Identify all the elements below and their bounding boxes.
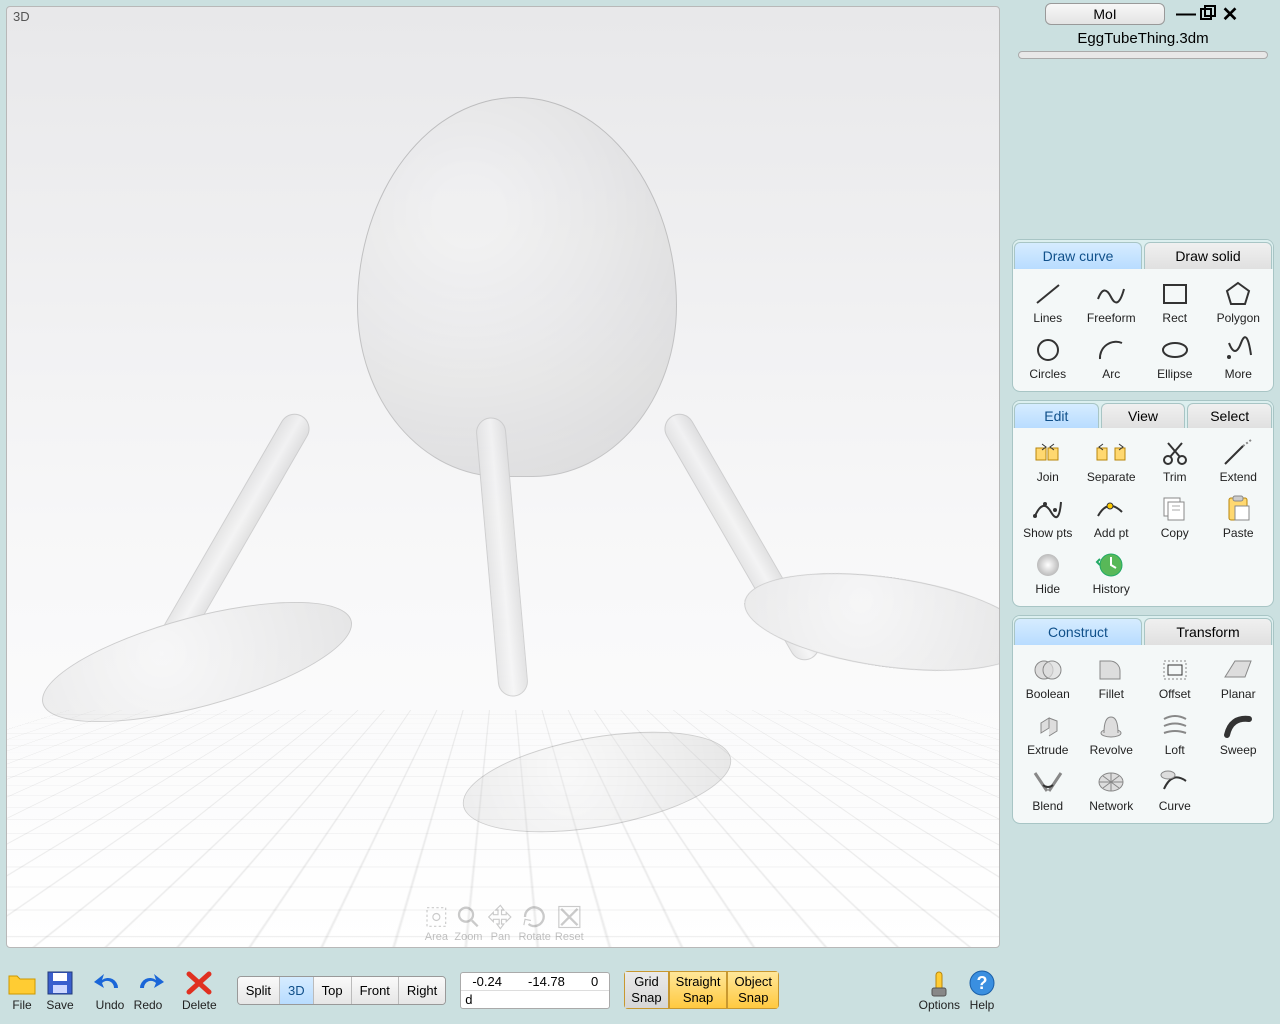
options-button[interactable]: Options xyxy=(919,968,960,1012)
tool-curve-construct[interactable]: Curve xyxy=(1144,763,1206,817)
edit-panel: Edit View Select Join Separate Trim Exte… xyxy=(1012,400,1274,607)
tool-blend[interactable]: Blend xyxy=(1017,763,1079,817)
tool-rect[interactable]: Rect xyxy=(1144,275,1206,329)
file-button[interactable]: File xyxy=(6,968,38,1012)
model-placeholder xyxy=(307,97,757,847)
tab-view[interactable]: View xyxy=(1101,403,1186,428)
tool-planar[interactable]: Planar xyxy=(1208,651,1270,705)
tool-copy[interactable]: Copy xyxy=(1144,490,1206,544)
tool-circles[interactable]: Circles xyxy=(1017,331,1079,385)
tool-polygon[interactable]: Polygon xyxy=(1208,275,1270,329)
view-tabs: Split 3D Top Front Right xyxy=(237,976,447,1005)
viewtab-3d[interactable]: 3D xyxy=(280,977,314,1004)
redo-button[interactable]: Redo xyxy=(132,968,164,1012)
tool-hide[interactable]: Hide xyxy=(1017,546,1079,600)
tool-separate[interactable]: Separate xyxy=(1081,434,1143,488)
tool-extend[interactable]: Extend xyxy=(1208,434,1270,488)
tool-sweep[interactable]: Sweep xyxy=(1208,707,1270,761)
delete-button[interactable]: Delete xyxy=(182,968,217,1012)
tool-ellipse[interactable]: Ellipse xyxy=(1144,331,1206,385)
tab-construct[interactable]: Construct xyxy=(1014,618,1142,645)
snap-object[interactable]: ObjectSnap xyxy=(727,971,779,1008)
nav-pan[interactable]: Pan xyxy=(486,903,514,943)
tool-paste[interactable]: Paste xyxy=(1208,490,1270,544)
snap-group: GridSnap StraightSnap ObjectSnap xyxy=(624,971,779,1008)
tool-lines[interactable]: Lines xyxy=(1017,275,1079,329)
tool-trim[interactable]: Trim xyxy=(1144,434,1206,488)
tool-arc[interactable]: Arc xyxy=(1081,331,1143,385)
coordinate-readout: -0.24 -14.78 0 d xyxy=(460,972,610,1009)
nav-reset[interactable]: Reset xyxy=(555,903,584,943)
tool-network[interactable]: Network xyxy=(1081,763,1143,817)
tool-history[interactable]: History xyxy=(1081,546,1143,600)
tool-fillet[interactable]: Fillet xyxy=(1081,651,1143,705)
tool-boolean[interactable]: Boolean xyxy=(1017,651,1079,705)
tab-select[interactable]: Select xyxy=(1187,403,1272,428)
svg-text:?: ? xyxy=(977,973,988,993)
tool-more[interactable]: More xyxy=(1208,331,1270,385)
viewtab-split[interactable]: Split xyxy=(238,977,280,1004)
minimize-icon[interactable]: — xyxy=(1175,3,1197,25)
tool-show-pts[interactable]: Show pts xyxy=(1017,490,1079,544)
maximize-icon[interactable] xyxy=(1197,3,1219,25)
tab-transform[interactable]: Transform xyxy=(1144,618,1272,645)
progress-bar xyxy=(1018,51,1268,59)
tab-draw-curve[interactable]: Draw curve xyxy=(1014,242,1142,269)
coord-z: 0 xyxy=(591,974,598,989)
app-title: MoI xyxy=(1045,3,1165,25)
help-button[interactable]: ?Help xyxy=(966,968,998,1012)
tool-join[interactable]: Join xyxy=(1017,434,1079,488)
tool-revolve[interactable]: Revolve xyxy=(1081,707,1143,761)
filename: EggTubeThing.3dm xyxy=(1006,28,1280,49)
undo-button[interactable]: Undo xyxy=(94,968,126,1012)
snap-grid[interactable]: GridSnap xyxy=(624,971,668,1008)
tab-draw-solid[interactable]: Draw solid xyxy=(1144,242,1272,269)
nav-rotate[interactable]: Rotate xyxy=(518,903,550,943)
coord-d-label: d xyxy=(465,992,472,1007)
nav-zoom[interactable]: Zoom xyxy=(454,903,482,943)
tool-extrude[interactable]: Extrude xyxy=(1017,707,1079,761)
tool-freeform[interactable]: Freeform xyxy=(1081,275,1143,329)
tool-add-pt[interactable]: Add pt xyxy=(1081,490,1143,544)
coord-y: -14.78 xyxy=(528,974,565,989)
coord-x: -0.24 xyxy=(472,974,502,989)
snap-straight[interactable]: StraightSnap xyxy=(669,971,728,1008)
viewport-3d[interactable]: 3D Area Zoom Pan Rotate Reset xyxy=(6,6,1000,948)
nav-area[interactable]: Area xyxy=(422,903,450,943)
tool-loft[interactable]: Loft xyxy=(1144,707,1206,761)
draw-panel: Draw curve Draw solid Lines Freeform Rec… xyxy=(1012,239,1274,392)
save-button[interactable]: Save xyxy=(44,968,76,1012)
viewtab-right[interactable]: Right xyxy=(399,977,445,1004)
construct-panel: Construct Transform Boolean Fillet Offse… xyxy=(1012,615,1274,824)
viewport-label: 3D xyxy=(13,9,30,24)
viewtab-front[interactable]: Front xyxy=(352,977,399,1004)
viewtab-top[interactable]: Top xyxy=(314,977,352,1004)
right-panel: MoI — ✕ EggTubeThing.3dm Draw curve Draw… xyxy=(1006,0,1280,1024)
close-icon[interactable]: ✕ xyxy=(1219,3,1241,25)
tool-offset[interactable]: Offset xyxy=(1144,651,1206,705)
tab-edit[interactable]: Edit xyxy=(1014,403,1099,428)
viewport-nav-controls: Area Zoom Pan Rotate Reset xyxy=(422,903,583,943)
titlebar: MoI — ✕ xyxy=(1006,0,1280,28)
bottom-toolbar: File Save Undo Redo Delete Split 3D Top … xyxy=(0,956,1004,1024)
